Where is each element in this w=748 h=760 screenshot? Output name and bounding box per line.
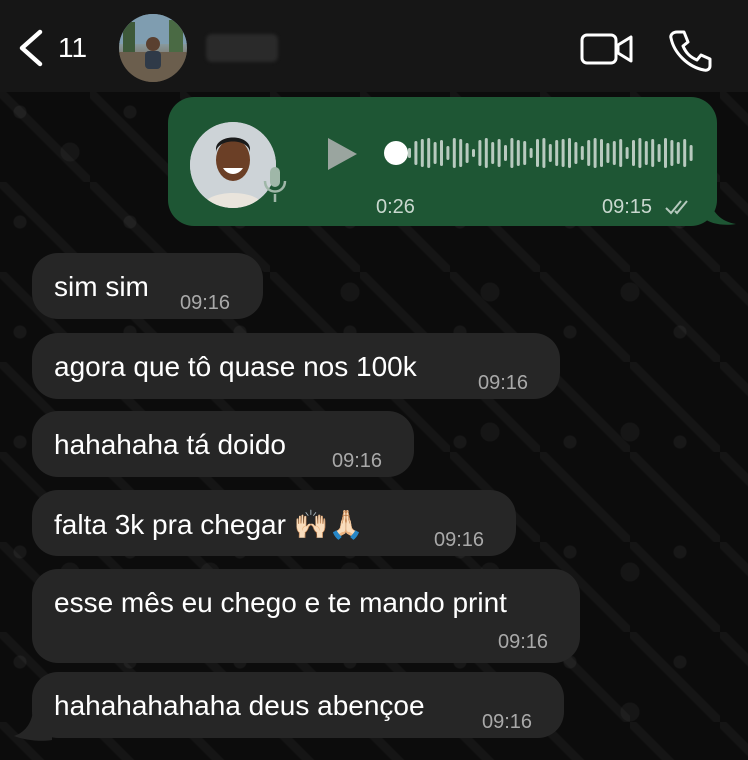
message-text: esse mês eu chego e te mando print	[54, 587, 507, 618]
waveform-bar	[446, 146, 450, 160]
message-bubble[interactable]: agora que tô quase nos 100k 09:16	[32, 333, 560, 399]
waveform-bar	[632, 140, 635, 166]
voice-duration: 0:26	[376, 196, 415, 218]
waveform-bar	[523, 141, 527, 165]
message-text: agora que tô quase nos 100k	[54, 351, 417, 382]
waveform-bar	[478, 140, 482, 166]
message-text: hahahaha tá doido	[54, 429, 286, 460]
message-text: sim sim	[54, 271, 149, 302]
message-time: 09:16	[332, 450, 383, 472]
waveform-bar	[414, 141, 418, 165]
waveform-bar	[593, 138, 597, 168]
waveform-bar	[459, 139, 463, 167]
chevron-left-icon[interactable]	[14, 28, 48, 68]
waveform-bar	[670, 140, 674, 166]
waveform-bar	[465, 143, 469, 163]
waveform-bar	[651, 139, 655, 167]
waveform-bar	[433, 142, 437, 164]
contact-name-blurred[interactable]	[206, 34, 278, 62]
phone-icon[interactable]	[668, 28, 712, 72]
waveform-bar	[440, 140, 443, 166]
waveform-bar	[516, 140, 520, 166]
message-bubble[interactable]: esse mês eu chego e te mando print 09:16	[32, 569, 580, 663]
waveform-bar	[612, 141, 616, 165]
microphone-icon	[263, 167, 287, 202]
waveform-bar	[587, 140, 591, 166]
waveform-bar	[638, 138, 642, 168]
waveform-bar	[676, 142, 680, 164]
waveform-bar	[606, 143, 610, 163]
waveform-bar	[574, 142, 578, 164]
waveform[interactable]	[408, 131, 698, 175]
message-bubble[interactable]: hahahaha tá doido 09:16	[32, 411, 414, 477]
message-time: 09:16	[434, 529, 485, 551]
waveform-bar	[561, 139, 565, 167]
waveform-bar	[664, 138, 667, 168]
message-text: falta 3k pra chegar 🙌🏻🙏🏻	[54, 509, 364, 540]
message-bubble[interactable]: hahahahahaha deus abençoe 09:16	[32, 672, 564, 738]
playback-scrubber[interactable]	[384, 141, 408, 165]
waveform-bar	[536, 139, 539, 167]
read-receipt-icon	[665, 200, 688, 215]
waveform-bar	[497, 139, 501, 167]
waveform-bar	[619, 139, 623, 167]
waveform-bar	[484, 138, 488, 168]
waveform-bar	[542, 138, 546, 168]
waveform-bar	[568, 138, 571, 168]
voice-message-bubble[interactable]: 0:26 09:15	[168, 97, 717, 226]
waveform-bar	[625, 147, 629, 159]
waveform-bar	[644, 141, 648, 165]
chat-header: 11	[0, 0, 748, 92]
waveform-bar	[683, 139, 687, 167]
message-time: 09:16	[498, 631, 549, 653]
waveform-bar	[472, 149, 475, 157]
waveform-bar	[657, 144, 661, 162]
unread-count[interactable]: 11	[58, 32, 87, 64]
waveform-bar	[408, 148, 411, 158]
waveform-bar	[555, 140, 559, 166]
waveform-bar	[452, 138, 456, 168]
waveform-bar	[600, 139, 603, 167]
message-text: hahahahahaha deus abençoe	[54, 690, 425, 721]
waveform-bar	[548, 144, 552, 162]
message-bubble[interactable]: sim sim 09:16	[32, 253, 263, 319]
video-camera-icon[interactable]	[580, 32, 634, 66]
message-time: 09:16	[482, 711, 533, 733]
play-icon[interactable]	[324, 135, 360, 173]
bubble-tail	[14, 700, 52, 741]
contact-avatar[interactable]	[119, 14, 187, 82]
waveform-bar	[510, 138, 514, 168]
waveform-bar	[420, 139, 424, 167]
waveform-bar	[491, 142, 495, 164]
waveform-bar	[504, 145, 507, 161]
waveform-bar	[427, 138, 431, 168]
waveform-bar	[580, 146, 584, 160]
bubble-tail	[704, 196, 736, 225]
message-time: 09:16	[180, 292, 231, 314]
waveform-bar	[529, 148, 533, 158]
message-bubble[interactable]: falta 3k pra chegar 🙌🏻🙏🏻 09:16	[32, 490, 516, 556]
message-time: 09:16	[478, 372, 529, 394]
waveform-bar	[689, 145, 693, 161]
voice-timestamp: 09:15	[602, 196, 653, 218]
